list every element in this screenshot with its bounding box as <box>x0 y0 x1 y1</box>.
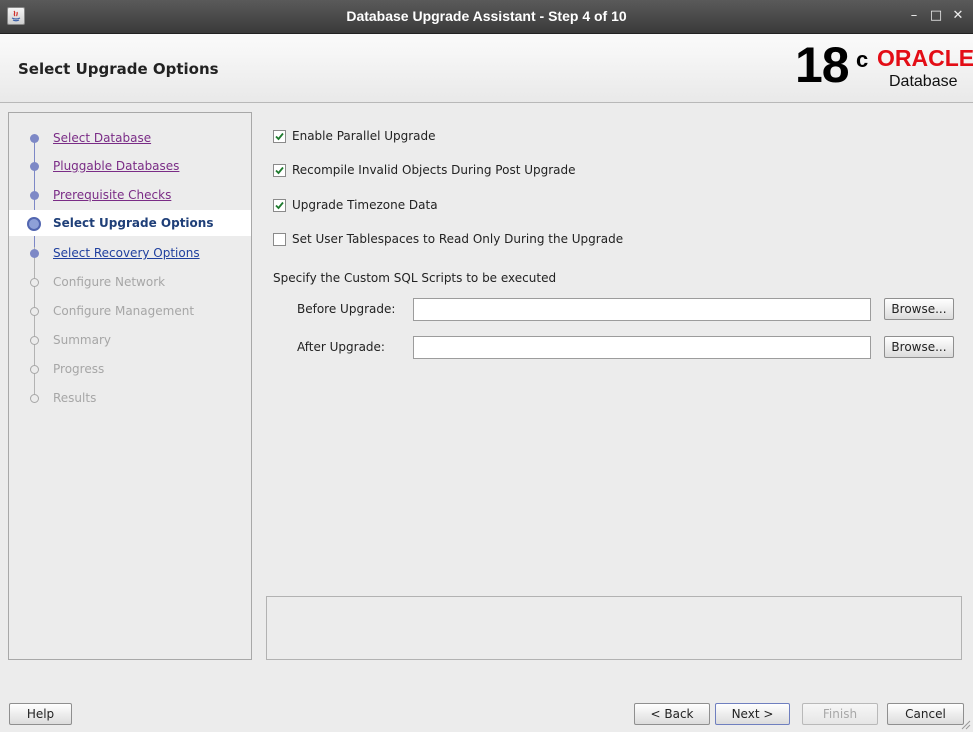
steps-sidebar: Select Database Pluggable Databases Prer… <box>8 112 252 660</box>
sidebar-item-prerequisite-checks[interactable]: Prerequisite Checks <box>9 182 251 208</box>
upgrade-timezone-label: Upgrade Timezone Data <box>292 198 438 212</box>
upgrade-options-panel: Enable Parallel Upgrade Recompile Invali… <box>262 112 964 660</box>
sidebar-item-configure-management: Configure Management <box>9 298 251 324</box>
page-title: Select Upgrade Options <box>18 60 219 78</box>
after-upgrade-label: After Upgrade: <box>297 340 385 354</box>
sidebar-item-select-database[interactable]: Select Database <box>9 125 251 151</box>
sidebar-item-results: Results <box>9 385 251 411</box>
finish-button: Finish <box>802 703 878 725</box>
sidebar-item-label: Select Database <box>53 131 152 145</box>
custom-scripts-heading: Specify the Custom SQL Scripts to be exe… <box>273 271 557 285</box>
step-next-icon <box>30 249 39 258</box>
logo-version: 18 <box>795 37 850 93</box>
sidebar-item-select-upgrade-options[interactable]: Select Upgrade Options <box>9 210 251 236</box>
before-upgrade-browse-button[interactable]: Browse... <box>884 298 954 320</box>
after-upgrade-script-input[interactable] <box>413 336 871 359</box>
sidebar-item-configure-network: Configure Network <box>9 269 251 295</box>
help-button[interactable]: Help <box>9 703 72 725</box>
back-button[interactable]: < Back <box>634 703 710 725</box>
logo-product: Database <box>889 73 958 90</box>
read-only-tablespaces-label: Set User Tablespaces to Read Only During… <box>292 232 624 246</box>
step-done-icon <box>30 162 39 171</box>
logo-superscript: c <box>856 47 869 72</box>
sidebar-item-label: Summary <box>53 333 111 347</box>
page-header: Select Upgrade Options 18 c ORACLE Datab… <box>0 34 973 103</box>
step-pending-icon <box>30 336 39 345</box>
checkmark-icon <box>275 166 284 175</box>
read-only-tablespaces-checkbox[interactable] <box>273 233 286 246</box>
upgrade-timezone-checkbox[interactable] <box>273 199 286 212</box>
maximize-icon[interactable]: □ <box>925 6 947 26</box>
cancel-button[interactable]: Cancel <box>887 703 964 725</box>
parallel-upgrade-label: Enable Parallel Upgrade <box>292 129 436 143</box>
before-upgrade-script-input[interactable] <box>413 298 871 321</box>
before-upgrade-label: Before Upgrade: <box>297 302 396 316</box>
step-pending-icon <box>30 365 39 374</box>
sidebar-item-progress: Progress <box>9 356 251 382</box>
step-done-icon <box>30 134 39 143</box>
recompile-invalid-label: Recompile Invalid Objects During Post Up… <box>292 163 576 177</box>
sidebar-item-label: Select Upgrade Options <box>53 216 214 230</box>
window-title: Database Upgrade Assistant - Step 4 of 1… <box>346 8 627 24</box>
step-pending-icon <box>30 278 39 287</box>
parallel-upgrade-checkbox[interactable] <box>273 130 286 143</box>
checkmark-icon <box>275 132 284 141</box>
resize-grip-icon[interactable] <box>961 720 971 730</box>
step-done-icon <box>30 191 39 200</box>
window-title-bar: Database Upgrade Assistant - Step 4 of 1… <box>0 0 973 34</box>
logo-brand: ORACLE <box>877 45 973 71</box>
step-pending-icon <box>30 307 39 316</box>
sidebar-item-label: Pluggable Databases <box>53 159 180 173</box>
checkmark-icon <box>275 201 284 210</box>
next-button[interactable]: Next > <box>715 703 790 725</box>
step-pending-icon <box>30 394 39 403</box>
minimize-icon[interactable]: – <box>903 6 925 26</box>
close-icon[interactable]: ✕ <box>947 6 969 26</box>
sidebar-item-summary: Summary <box>9 327 251 353</box>
after-upgrade-browse-button[interactable]: Browse... <box>884 336 954 358</box>
sidebar-item-label: Progress <box>53 362 105 376</box>
sidebar-item-label: Results <box>53 391 97 405</box>
sidebar-item-select-recovery-options[interactable]: Select Recovery Options <box>9 240 251 266</box>
message-area <box>266 596 962 660</box>
oracle-database-logo: 18 c ORACLE Database <box>769 37 973 98</box>
sidebar-item-label: Configure Network <box>53 275 166 289</box>
wizard-footer: Help < Back Next > Finish Cancel <box>0 664 973 732</box>
sidebar-item-label: Select Recovery Options <box>53 246 200 260</box>
sidebar-item-pluggable-databases[interactable]: Pluggable Databases <box>9 153 251 179</box>
recompile-invalid-checkbox[interactable] <box>273 164 286 177</box>
step-current-icon <box>27 217 41 231</box>
sidebar-item-label: Configure Management <box>53 304 195 318</box>
sidebar-item-label: Prerequisite Checks <box>53 188 172 202</box>
